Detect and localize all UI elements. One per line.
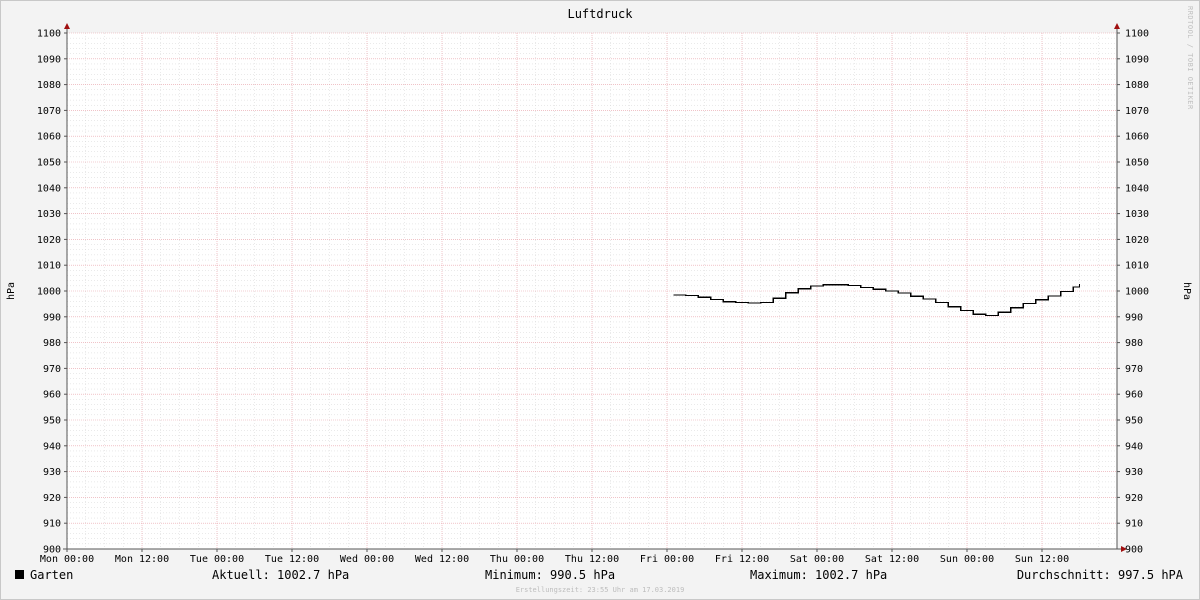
x-tick-label: Thu 00:00 [490, 554, 544, 565]
y-tick-label: 1090 [37, 54, 61, 65]
y-tick-label: 1010 [37, 261, 61, 272]
y-tick-label: 1020 [37, 235, 61, 246]
legend-swatch-garten [15, 570, 24, 579]
legend-series-name: Garten [30, 568, 73, 582]
y-tick-label: 970 [1125, 364, 1143, 375]
y-tick-label: 960 [1125, 390, 1143, 401]
y-tick-label: 1080 [37, 80, 61, 91]
x-tick-label: Thu 12:00 [565, 554, 619, 565]
x-tick-label: Sun 00:00 [940, 554, 994, 565]
y-tick-label: 1040 [1125, 183, 1149, 194]
y-tick-label: 910 [43, 519, 61, 530]
x-tick-label: Wed 00:00 [340, 554, 394, 565]
legend-average: Durchschnitt: 997.5 hPA [1017, 568, 1184, 582]
y-tick-label: 990 [43, 312, 61, 323]
y-tick-label: 1030 [37, 209, 61, 220]
y-tick-label: 1060 [37, 132, 61, 143]
watermark: RRDTOOL / TOBI OETIKER [1186, 6, 1194, 110]
y-tick-label: 1050 [1125, 158, 1149, 169]
y-tick-label: 920 [1125, 493, 1143, 504]
y-tick-label: 1100 [1125, 29, 1149, 40]
chart: 900 910 920 930 940 950 960 970 980 990 1000 1010 10… [0, 0, 1200, 600]
legend-maximum: Maximum: 1002.7 hPa [750, 568, 887, 582]
x-tick-label: Sun 12:00 [1015, 554, 1069, 565]
x-tick-label: Sat 12:00 [865, 554, 919, 565]
y-tick-label: 930 [1125, 467, 1143, 478]
x-tick-label: Wed 12:00 [415, 554, 469, 565]
x-tick-label: Sat 00:00 [790, 554, 844, 565]
y-tick-label: 930 [43, 467, 61, 478]
x-tick-label: Fri 00:00 [640, 554, 694, 565]
y-tick-label: 1100 [37, 29, 61, 40]
y-axis-label-right: hPa [1181, 282, 1192, 300]
x-tick-label: Mon 00:00 [40, 554, 94, 565]
y-tick-label: 1030 [1125, 209, 1149, 220]
y-tick-label: 1000 [37, 287, 61, 298]
legend-current: Aktuell: 1002.7 hPa [212, 568, 349, 582]
y-tick-label: 950 [1125, 416, 1143, 427]
y-tick-label: 940 [43, 441, 61, 452]
y-tick-label: 1010 [1125, 261, 1149, 272]
chart-svg: 900 910 920 930 940 950 960 970 980 990 1000 1010 10… [0, 0, 1200, 600]
y-tick-label: 1070 [37, 106, 61, 117]
y-tick-label: 1040 [37, 183, 61, 194]
y-tick-label: 970 [43, 364, 61, 375]
x-tick-label: Fri 12:00 [715, 554, 769, 565]
footer-timestamp: Erstellungszeit: 23:55 Uhr am 17.03.2019 [516, 586, 685, 594]
y-tick-label: 1090 [1125, 54, 1149, 65]
legend-minimum: Minimum: 990.5 hPa [485, 568, 615, 582]
y-tick-label: 1070 [1125, 106, 1149, 117]
y-tick-label: 920 [43, 493, 61, 504]
x-tick-label: Tue 12:00 [265, 554, 319, 565]
y-tick-label: 1020 [1125, 235, 1149, 246]
x-tick-label: Mon 12:00 [115, 554, 169, 565]
y-tick-label: 950 [43, 416, 61, 427]
y-tick-label: 990 [1125, 312, 1143, 323]
y-axis-label-left: hPa [6, 282, 17, 300]
y-tick-label: 1060 [1125, 132, 1149, 143]
y-tick-label: 940 [1125, 441, 1143, 452]
y-tick-label: 900 [1125, 545, 1143, 556]
y-tick-label: 1000 [1125, 287, 1149, 298]
y-tick-label: 960 [43, 390, 61, 401]
chart-title: Luftdruck [567, 7, 633, 21]
y-tick-label: 910 [1125, 519, 1143, 530]
y-tick-label: 1050 [37, 158, 61, 169]
y-tick-label: 980 [43, 338, 61, 349]
x-tick-label: Tue 00:00 [190, 554, 244, 565]
y-tick-label: 980 [1125, 338, 1143, 349]
y-tick-label: 1080 [1125, 80, 1149, 91]
